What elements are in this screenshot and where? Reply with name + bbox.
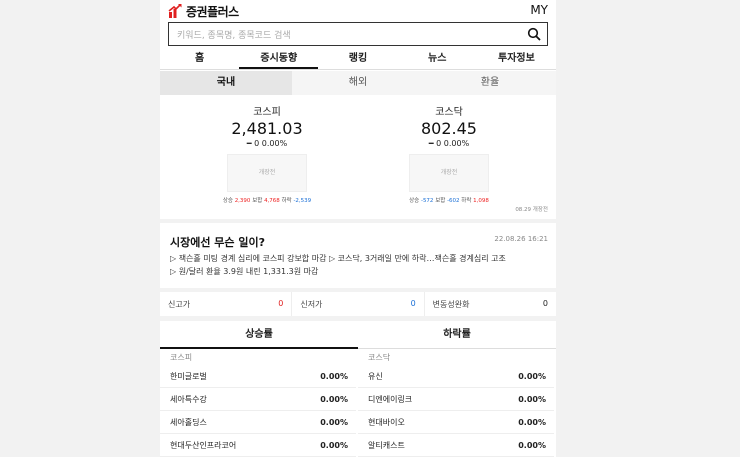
ranking-row[interactable]: 현대두산인프라코어 0.00% — [160, 434, 356, 457]
news-line: ▷ 잭슨홀 미팅 경계 심리에 코스피 강보합 마감 ▷ 코스닥, 3거래일 만… — [170, 254, 506, 263]
breadth-flat: -602 — [447, 198, 460, 204]
ranking-tabs: 상승률 하락률 — [160, 321, 556, 349]
index-timestamp: 08.29 개장전 — [515, 207, 548, 213]
chart-logo-icon — [168, 4, 182, 18]
index-change: ━ 0 0.00% — [246, 139, 288, 148]
ranking-row[interactable]: 유신 0.00% — [358, 365, 554, 388]
stock-rate: 0.00% — [518, 394, 546, 404]
stock-rate: 0.00% — [320, 394, 348, 404]
index-name: 코스닥 — [435, 107, 463, 118]
search-input[interactable] — [169, 25, 509, 47]
stock-rate: 0.00% — [320, 440, 348, 450]
stock-name: 디엔에이링크 — [368, 394, 413, 404]
hl-label: 변동성완화 — [432, 300, 470, 309]
breadth-up-label: 상승 — [222, 198, 233, 204]
logo-text: 증권플러스 — [186, 4, 239, 19]
ranking-row[interactable]: 현대바이오 0.00% — [358, 411, 554, 434]
my-page-link[interactable]: MY — [530, 3, 548, 17]
hl-value: 0 — [542, 299, 548, 308]
index-change: ━ 0 0.00% — [428, 139, 470, 148]
news-line: ▷ 원/달러 환율 3.9원 내린 1,331.3원 마감 — [170, 267, 319, 276]
breadth-down: -2,539 — [293, 198, 312, 204]
new-high-cell[interactable]: 신고가 0 — [160, 292, 293, 316]
ranking-row[interactable]: 한미글로벌 0.00% — [160, 365, 356, 388]
tab-market-trends[interactable]: 증시동향 — [239, 50, 319, 69]
stock-name: 유신 — [368, 371, 383, 381]
breadth-flat-label: 보합 — [252, 198, 263, 204]
breadth-down: 1,098 — [473, 198, 489, 204]
stock-name: 알티캐스트 — [368, 440, 405, 450]
kosdaq-ranking: 코스닥 유신 0.00% 디엔에이링크 0.00% 현대바이오 0.00% 알티… — [358, 351, 554, 457]
volatility-relief-cell[interactable]: 변동성완화 0 — [425, 292, 556, 316]
stock-rate: 0.00% — [320, 417, 348, 427]
kosdaq-index[interactable]: 코스닥 802.45 ━ 0 0.00% 개장전 상승 -572 보합 -602… — [350, 103, 548, 204]
news-time: 22.08.26 16:21 — [494, 235, 548, 243]
search-box — [168, 22, 548, 47]
stock-name: 현대두산인프라코어 — [170, 440, 237, 450]
index-minichart: 개장전 — [227, 154, 307, 192]
stock-rate: 0.00% — [518, 440, 546, 450]
stock-name: 현대바이오 — [368, 417, 405, 427]
tab-ranking[interactable]: 랭킹 — [318, 50, 397, 69]
search-icon[interactable] — [527, 27, 541, 41]
breadth-flat-label: 보합 — [435, 198, 446, 204]
stock-rate: 0.00% — [518, 417, 546, 427]
ranking-row[interactable]: 세아특수강 0.00% — [160, 388, 356, 411]
index-breadth: 상승 -572 보합 -602 하락 1,098 — [350, 196, 548, 204]
subtab-exchange-rate[interactable]: 환율 — [424, 71, 556, 95]
index-name: 코스피 — [253, 107, 281, 118]
hl-label: 신저가 — [300, 300, 323, 309]
header: 증권플러스 MY 홈 증시동향 랭킹 뉴스 투자정보 국내 해외 환율 — [160, 0, 556, 100]
breadth-up: -572 — [420, 198, 434, 204]
breadth-down-label: 하락 — [461, 198, 472, 204]
index-value: 2,481.03 — [231, 119, 303, 138]
breadth-down-label: 하락 — [281, 198, 292, 204]
stock-rate: 0.00% — [518, 371, 546, 381]
ranking-market-label: 코스닥 — [368, 353, 391, 362]
ranking-row[interactable]: 세아홀딩스 0.00% — [160, 411, 356, 434]
news-title: 시장에선 무슨 일이? — [170, 236, 265, 249]
hl-value: 0 — [410, 299, 416, 308]
kospi-index[interactable]: 코스피 2,481.03 ━ 0 0.00% 개장전 상승 2,390 보합 4… — [168, 103, 366, 204]
stock-rate: 0.00% — [320, 371, 348, 381]
breadth-up-label: 상승 — [409, 198, 420, 204]
tab-losers[interactable]: 하락률 — [358, 321, 556, 349]
kospi-ranking: 코스피 한미글로벌 0.00% 세아특수강 0.00% 세아홀딩스 0.00% … — [160, 351, 356, 457]
stock-name: 한미글로벌 — [170, 371, 207, 381]
main-tabs: 홈 증시동향 랭킹 뉴스 투자정보 — [160, 50, 556, 70]
subtab-overseas[interactable]: 해외 — [292, 71, 424, 95]
sub-tabs: 국내 해외 환율 — [160, 71, 556, 95]
hl-value: 0 — [278, 299, 284, 308]
stock-name: 세아홀딩스 — [170, 417, 207, 427]
tab-news[interactable]: 뉴스 — [398, 50, 477, 69]
index-minichart: 개장전 — [409, 154, 489, 192]
high-low-card: 신고가 0 신저가 0 변동성완화 0 — [160, 292, 556, 316]
breadth-flat: 4,768 — [264, 198, 280, 204]
stock-name: 세아특수강 — [170, 394, 207, 404]
subtab-domestic[interactable]: 국내 — [160, 71, 292, 95]
logo[interactable]: 증권플러스 — [168, 3, 239, 19]
market-news-card[interactable]: 시장에선 무슨 일이? 22.08.26 16:21 ▷ 잭슨홀 미팅 경계 심… — [160, 223, 556, 288]
ranking-row[interactable]: 디엔에이링크 0.00% — [358, 388, 554, 411]
tab-home[interactable]: 홈 — [160, 50, 239, 69]
ranking-market-label: 코스피 — [170, 353, 193, 362]
index-breadth: 상승 2,390 보합 4,768 하락 -2,539 — [168, 196, 366, 204]
index-value: 802.45 — [421, 119, 477, 138]
ranking-card: 상승률 하락률 코스피 한미글로벌 0.00% 세아특수강 0.00% 세아홀딩… — [160, 321, 556, 457]
app-root: 증권플러스 MY 홈 증시동향 랭킹 뉴스 투자정보 국내 해외 환율 코스피 … — [0, 0, 740, 457]
tab-investment-info[interactable]: 투자정보 — [477, 50, 556, 69]
hl-label: 신고가 — [168, 300, 191, 309]
index-card: 코스피 2,481.03 ━ 0 0.00% 개장전 상승 2,390 보합 4… — [160, 97, 556, 219]
ranking-row[interactable]: 알티캐스트 0.00% — [358, 434, 554, 457]
news-lines: ▷ 잭슨홀 미팅 경계 심리에 코스피 강보합 마감 ▷ 코스닥, 3거래일 만… — [170, 252, 550, 278]
new-low-cell[interactable]: 신저가 0 — [292, 292, 425, 316]
breadth-up: 2,390 — [234, 198, 251, 204]
tab-gainers[interactable]: 상승률 — [160, 321, 358, 349]
